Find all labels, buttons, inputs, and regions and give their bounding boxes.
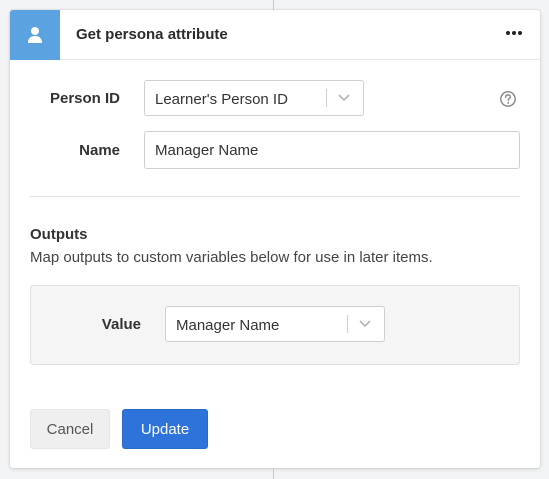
card-header: Get persona attribute: [10, 10, 540, 60]
more-dot-icon: [512, 31, 516, 35]
chevron-down-icon: [359, 320, 371, 328]
header-icon-box: [10, 10, 60, 60]
more-options-button[interactable]: [500, 22, 528, 44]
person-id-select-value: Learner's Person ID: [155, 91, 288, 108]
select-divider: [347, 315, 348, 333]
outputs-title: Outputs: [30, 226, 88, 243]
outputs-panel: Value Manager Name: [30, 285, 520, 365]
more-dot-icon: [518, 31, 522, 35]
output-value-select[interactable]: Manager Name: [165, 306, 385, 342]
step-card: Get persona attribute Person ID Learner'…: [10, 10, 540, 468]
flow-connector-bottom: [273, 468, 274, 479]
card-title: Get persona attribute: [76, 26, 228, 43]
help-icon[interactable]: [499, 90, 517, 108]
person-id-label: Person ID: [49, 90, 120, 107]
outputs-description: Map outputs to custom variables below fo…: [30, 249, 433, 266]
section-divider: [30, 196, 520, 197]
name-input[interactable]: [144, 131, 520, 169]
output-value-label: Value: [101, 316, 141, 333]
person-id-select[interactable]: Learner's Person ID: [144, 80, 364, 116]
name-label: Name: [79, 142, 120, 159]
chevron-down-icon: [338, 94, 350, 102]
output-value-select-value: Manager Name: [176, 317, 280, 334]
person-icon: [28, 27, 42, 43]
select-divider: [326, 89, 327, 107]
more-dot-icon: [506, 31, 510, 35]
update-button[interactable]: Update: [122, 409, 208, 449]
cancel-button[interactable]: Cancel: [30, 409, 110, 449]
